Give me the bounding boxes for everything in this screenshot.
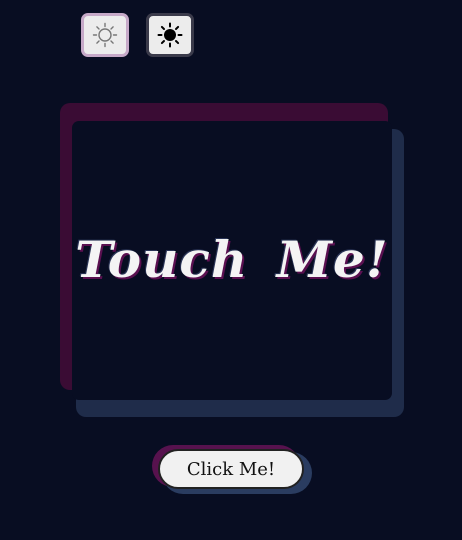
sun-outline-icon xyxy=(92,22,118,48)
card-title: Touch Me! xyxy=(75,230,389,289)
light-theme-button[interactable] xyxy=(81,13,129,57)
click-me-button[interactable]: Click Me! xyxy=(158,449,304,489)
sun-filled-icon xyxy=(157,22,183,48)
dark-theme-button[interactable] xyxy=(146,13,194,57)
touch-card[interactable]: Touch Me! xyxy=(72,121,392,400)
